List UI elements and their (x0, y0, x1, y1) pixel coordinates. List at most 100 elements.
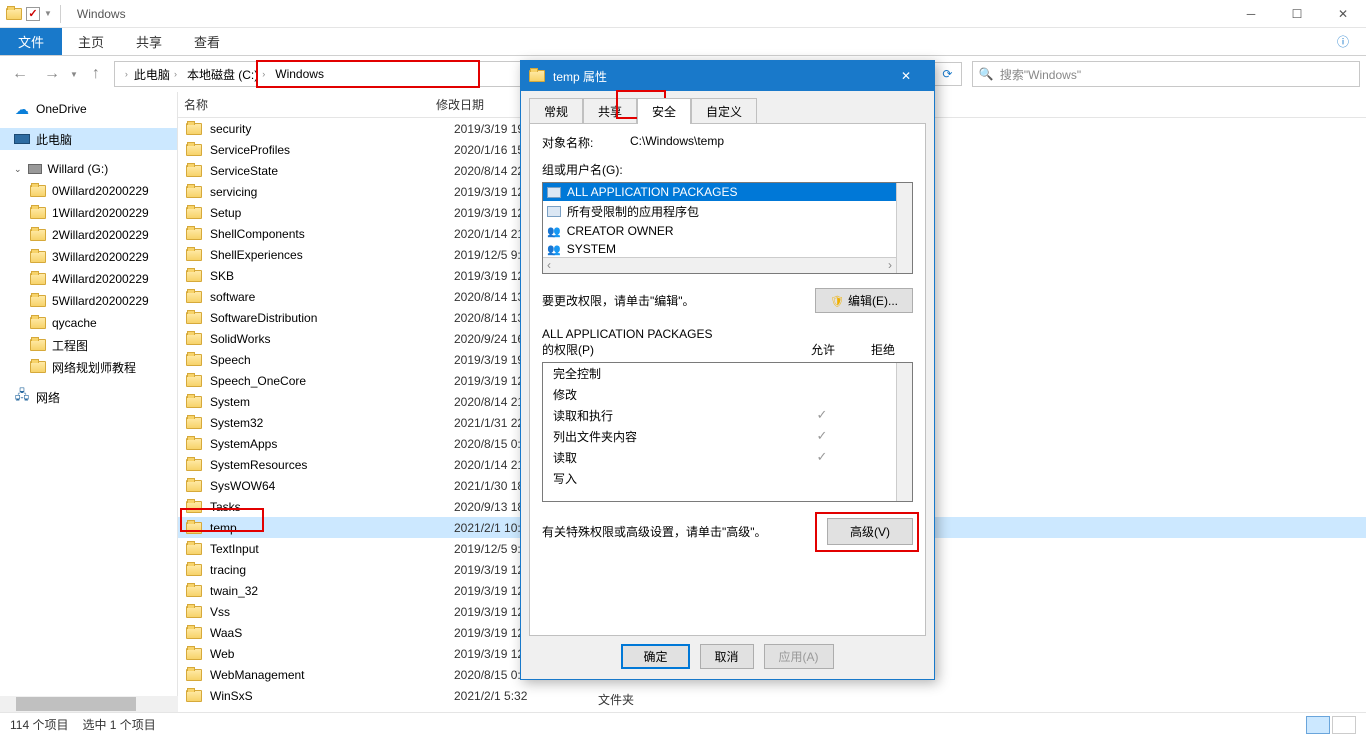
properties-dialog: temp 属性 ✕ 常规 共享 安全 自定义 对象名称: C:\Windows\… (520, 60, 935, 680)
search-icon: 🔍 (979, 67, 994, 81)
check-icon (817, 450, 828, 464)
folder-icon (186, 585, 202, 597)
folder-icon (30, 185, 46, 197)
ribbon: 文件 主页 共享 查看 ⓘ (0, 28, 1366, 56)
tab-sharing[interactable]: 共享 (583, 98, 637, 124)
scrollbar[interactable] (896, 363, 912, 501)
crumb-drive[interactable]: 本地磁盘 (C:)› (183, 66, 269, 83)
check-icon (817, 429, 828, 443)
dialog-titlebar[interactable]: temp 属性 ✕ (521, 61, 934, 91)
sidebar-folder[interactable]: 0Willard20200229 (0, 180, 177, 202)
folder-icon (30, 251, 46, 263)
folder-icon (186, 564, 202, 576)
close-button[interactable]: ✕ (1320, 0, 1366, 28)
folder-icon (186, 186, 202, 198)
folder-icon (30, 229, 46, 241)
group-item[interactable]: ALL APPLICATION PACKAGES (543, 183, 912, 201)
folder-icon (186, 480, 202, 492)
back-button[interactable]: ← (6, 60, 34, 88)
folder-icon (186, 333, 202, 345)
crumb-thispc[interactable]: 此电脑› (130, 66, 181, 83)
group-item[interactable]: 所有受限制的应用程序包 (543, 201, 912, 222)
maximize-button[interactable]: ☐ (1274, 0, 1320, 28)
advanced-button[interactable]: 高级(V) (827, 518, 913, 545)
folder-icon (186, 459, 202, 471)
package-icon (547, 206, 561, 217)
tab-share[interactable]: 共享 (120, 28, 178, 55)
sidebar-network[interactable]: 网络 (0, 386, 177, 408)
tab-home[interactable]: 主页 (62, 28, 120, 55)
forward-button[interactable]: → (38, 60, 66, 88)
status-count: 114 个项目 (10, 716, 68, 733)
up-button[interactable]: ↑ (82, 60, 110, 88)
scrollbar[interactable] (896, 183, 912, 273)
cancel-button[interactable]: 取消 (700, 644, 754, 669)
folder-icon (186, 669, 202, 681)
sidebar-folder[interactable]: 2Willard20200229 (0, 224, 177, 246)
window-title: Windows (69, 7, 126, 21)
sidebar: OneDrive 此电脑 ⌄Willard (G:) 0Willard20200… (0, 92, 178, 712)
dialog-close-button[interactable]: ✕ (886, 61, 926, 91)
pc-icon (14, 134, 30, 144)
sidebar-folder[interactable]: 网络规划师教程 (0, 356, 177, 378)
groups-listbox[interactable]: ALL APPLICATION PACKAGES所有受限制的应用程序包CREAT… (542, 182, 913, 274)
groups-label: 组或用户名(G): (542, 161, 913, 178)
sidebar-folder[interactable]: qycache (0, 312, 177, 334)
permission-row: 读取和执行 (543, 405, 912, 426)
folder-icon (186, 627, 202, 639)
ok-button[interactable]: 确定 (621, 644, 689, 669)
tab-view[interactable]: 查看 (178, 28, 236, 55)
view-details-button[interactable] (1306, 716, 1330, 734)
crumb-windows[interactable]: Windows (271, 67, 328, 81)
qat-checkbox-icon[interactable] (26, 7, 40, 21)
tab-custom[interactable]: 自定义 (691, 98, 757, 124)
object-name-value: C:\Windows\temp (630, 134, 724, 151)
folder-icon (30, 361, 46, 373)
folder-icon (186, 438, 202, 450)
sidebar-folder[interactable]: 4Willard20200229 (0, 268, 177, 290)
folder-icon (186, 312, 202, 324)
sidebar-scrollbar[interactable] (0, 696, 178, 712)
folder-icon (186, 501, 202, 513)
tab-general[interactable]: 常规 (529, 98, 583, 124)
folder-icon (186, 270, 202, 282)
edit-button[interactable]: 编辑(E)... (815, 288, 913, 313)
apply-button[interactable]: 应用(A) (764, 644, 834, 669)
folder-icon (186, 144, 202, 156)
perm-deny-header: 拒绝 (853, 341, 913, 358)
h-scrollbar[interactable]: ‹› (543, 257, 896, 273)
sidebar-folder[interactable]: 3Willard20200229 (0, 246, 177, 268)
qat-dropdown-icon[interactable]: ▼ (44, 9, 52, 18)
package-icon (547, 187, 561, 198)
tab-security[interactable]: 安全 (637, 98, 691, 124)
folder-icon (186, 249, 202, 261)
sidebar-folder[interactable]: 工程图 (0, 334, 177, 356)
sidebar-onedrive[interactable]: OneDrive (0, 98, 177, 120)
sidebar-folder[interactable]: 5Willard20200229 (0, 290, 177, 312)
folder-icon (30, 273, 46, 285)
search-input[interactable]: 🔍 搜索"Windows" (972, 61, 1360, 87)
file-tab[interactable]: 文件 (0, 28, 62, 55)
group-item[interactable]: CREATOR OWNER (543, 222, 912, 240)
history-dropdown-icon[interactable]: ▼ (70, 70, 78, 79)
group-item[interactable]: SYSTEM (543, 240, 912, 258)
view-icons-button[interactable] (1332, 716, 1356, 734)
sidebar-drive[interactable]: ⌄Willard (G:) (0, 158, 177, 180)
minimize-button[interactable]: ─ (1228, 0, 1274, 28)
type-label: 文件夹 (598, 691, 634, 708)
folder-icon (186, 291, 202, 303)
folder-icon (529, 70, 545, 82)
permission-row: 列出文件夹内容 (543, 426, 912, 447)
column-name[interactable]: 名称 (184, 96, 436, 113)
check-icon (817, 408, 828, 422)
user-icon (547, 242, 561, 256)
folder-icon (186, 648, 202, 660)
refresh-button[interactable]: ⟳ (934, 62, 962, 86)
sidebar-folder[interactable]: 1Willard20200229 (0, 202, 177, 224)
file-row[interactable]: WinSxS2021/2/1 5:32 (178, 685, 1366, 706)
folder-icon (186, 522, 202, 534)
window-titlebar: ▼ Windows ─ ☐ ✕ (0, 0, 1366, 28)
folder-icon (30, 295, 46, 307)
sidebar-thispc[interactable]: 此电脑 (0, 128, 177, 150)
ribbon-help-icon[interactable]: ⓘ (1320, 28, 1366, 55)
